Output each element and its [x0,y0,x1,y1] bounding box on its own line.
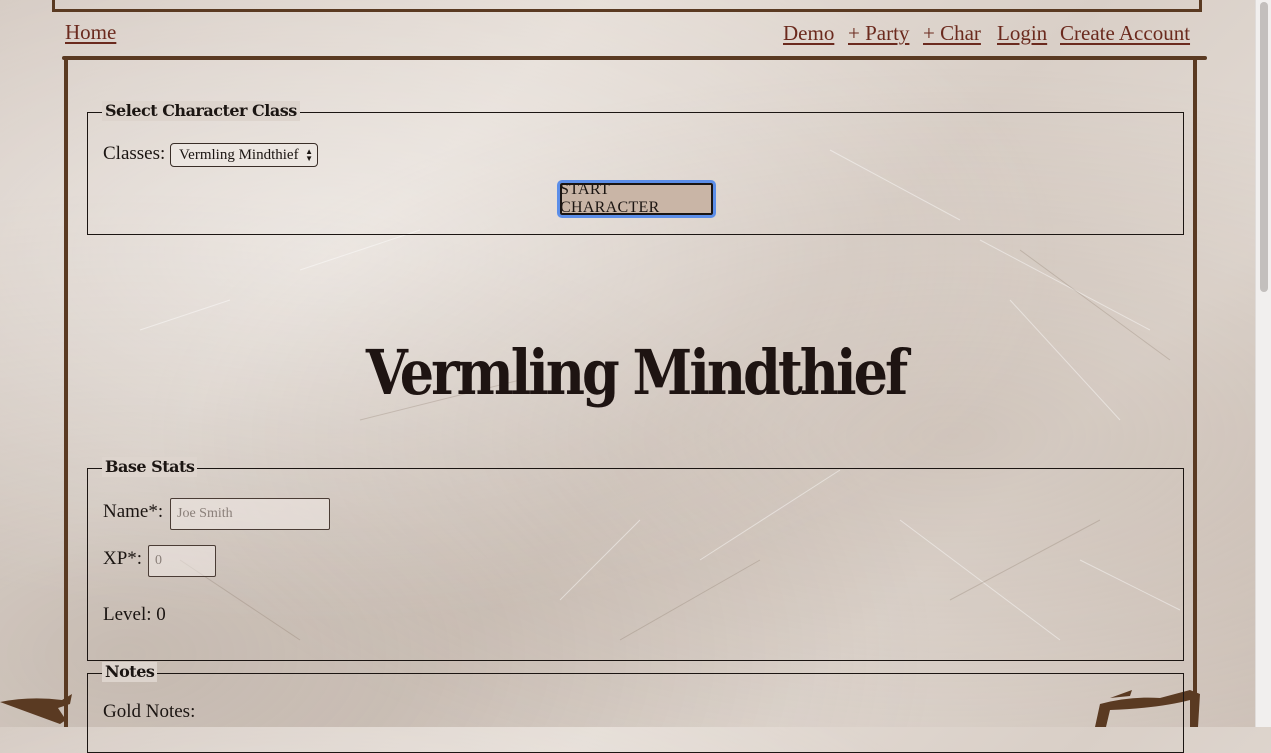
notes-legend: Notes [102,662,158,682]
select-class-fieldset: Select Character Class Classes: Vermling… [87,101,1184,235]
nav-link-add-char[interactable]: + Char [923,21,981,46]
class-select-value: Vermling Mindthief [179,147,299,163]
class-select[interactable]: Vermling Mindthief ▲ ▼ [170,143,318,167]
notes-fieldset: Notes Gold Notes: [87,662,1184,753]
frame-flourish-left [0,694,72,724]
nav-link-create-account[interactable]: Create Account [1060,21,1190,46]
name-input[interactable]: Joe Smith [170,498,330,530]
xp-input[interactable]: 0 [148,545,216,577]
classes-label: Classes: [103,143,166,164]
base-stats-legend: Base Stats [102,457,198,477]
xp-label: XP*: [103,548,143,569]
select-arrows-icon: ▲ ▼ [305,147,313,163]
scrollbar-thumb[interactable] [1260,2,1268,292]
vertical-scrollbar[interactable] [1255,0,1271,727]
nav-link-demo[interactable]: Demo [783,21,834,46]
frame-right-top-border [1199,0,1202,12]
frame-left-top-border [52,0,55,12]
base-stats-fieldset: Base Stats Name*: Joe Smith XP*: 0 Level… [87,457,1184,661]
select-class-legend: Select Character Class [102,101,300,121]
character-class-title: Vermling Mindthief [365,335,908,409]
gold-notes-label: Gold Notes: [103,701,196,722]
start-character-button[interactable]: START CHARACTER [557,180,716,218]
nav-link-login[interactable]: Login [997,21,1047,46]
frame-nav-divider [62,56,1207,60]
frame-top-border [52,9,1202,12]
name-label: Name*: [103,501,164,522]
level-text: Level: 0 [103,604,166,625]
nav-link-home[interactable]: Home [65,20,116,45]
nav-link-add-party[interactable]: + Party [848,21,909,46]
